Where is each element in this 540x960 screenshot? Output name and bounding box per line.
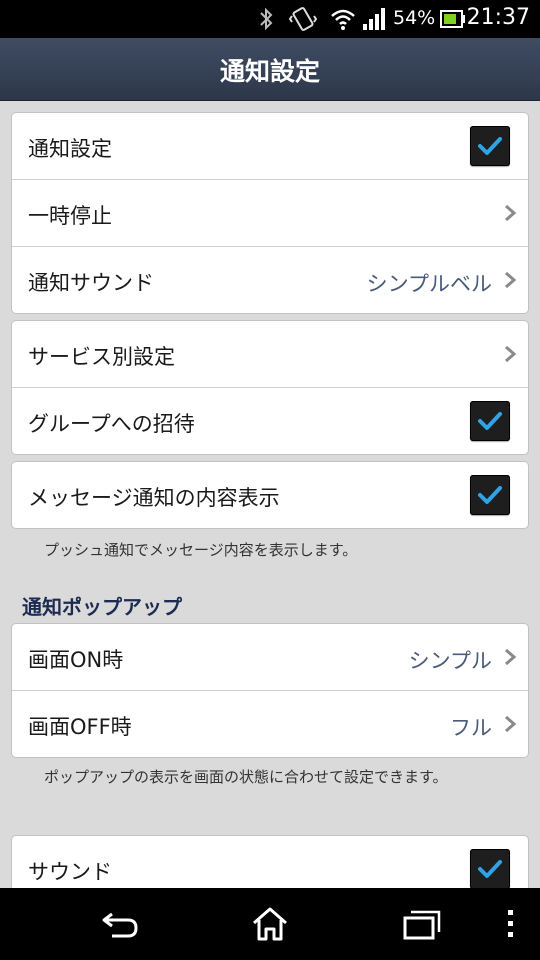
settings-group-preview: メッセージ通知の内容表示 xyxy=(11,461,529,529)
navigation-bar xyxy=(0,888,540,960)
message-preview-checkbox[interactable] xyxy=(470,475,510,515)
settings-list[interactable]: 通知設定 一時停止 通知サウンド シンプルベル サービス別設定 グループへの招待… xyxy=(0,101,540,888)
wifi-icon xyxy=(331,9,355,30)
row-sound[interactable]: サウンド xyxy=(12,836,528,888)
row-screen-off[interactable]: 画面OFF時 フル xyxy=(12,690,528,757)
row-screen-on[interactable]: 画面ON時 シンプル xyxy=(12,624,528,690)
row-value: フル xyxy=(450,716,492,740)
chevron-right-icon xyxy=(505,648,517,666)
row-notification-sound[interactable]: 通知サウンド シンプルベル xyxy=(12,246,528,313)
chevron-right-icon xyxy=(505,715,517,733)
row-group-invite[interactable]: グループへの招待 xyxy=(12,387,528,454)
row-label: 画面OFF時 xyxy=(28,715,132,739)
app-screen: 54% 21:37 通知設定 通知設定 一時停止 通知サウンド シンプルベル サ… xyxy=(0,0,540,960)
status-bar: 54% 21:37 xyxy=(0,0,540,38)
sound-checkbox[interactable] xyxy=(470,849,510,888)
settings-group-popup: 画面ON時 シンプル 画面OFF時 フル xyxy=(11,623,529,758)
check-icon xyxy=(478,412,502,430)
settings-group-sound: サウンド xyxy=(11,835,529,888)
row-label: メッセージ通知の内容表示 xyxy=(28,486,280,510)
chevron-right-icon xyxy=(505,204,517,222)
row-label: 画面ON時 xyxy=(28,648,124,672)
row-label: サービス別設定 xyxy=(28,345,175,369)
row-label: グループへの招待 xyxy=(28,412,195,436)
row-message-preview[interactable]: メッセージ通知の内容表示 xyxy=(12,462,528,528)
row-value: シンプルベル xyxy=(366,272,492,296)
battery-percent: 54% xyxy=(393,7,436,29)
check-icon xyxy=(478,137,502,155)
push-note: プッシュ通知でメッセージ内容を表示します。 xyxy=(44,541,358,559)
home-icon[interactable] xyxy=(251,906,289,942)
row-notifications[interactable]: 通知設定 xyxy=(12,113,528,179)
row-label: 通知設定 xyxy=(28,137,112,161)
vibrate-icon xyxy=(288,7,318,31)
row-label: 通知サウンド xyxy=(28,271,154,295)
battery-icon xyxy=(440,10,465,28)
notifications-checkbox[interactable] xyxy=(470,126,510,166)
row-pause[interactable]: 一時停止 xyxy=(12,179,528,246)
status-time: 21:37 xyxy=(466,5,530,30)
back-icon[interactable] xyxy=(100,906,140,942)
popup-note: ポップアップの表示を画面の状態に合わせて設定できます。 xyxy=(44,768,448,786)
row-label: サウンド xyxy=(28,860,112,884)
row-per-service[interactable]: サービス別設定 xyxy=(12,321,528,387)
page-title: 通知設定 xyxy=(219,57,320,86)
title-bar: 通知設定 xyxy=(0,38,540,101)
check-icon xyxy=(478,860,502,878)
popup-section-header: 通知ポップアップ xyxy=(22,595,182,619)
bluetooth-icon xyxy=(260,7,273,31)
settings-group-services: サービス別設定 グループへの招待 xyxy=(11,320,529,455)
chevron-right-icon xyxy=(505,271,517,289)
recent-apps-icon[interactable] xyxy=(402,906,442,942)
row-value: シンプル xyxy=(408,649,492,673)
check-icon xyxy=(478,486,502,504)
row-label: 一時停止 xyxy=(28,204,112,228)
signal-icon xyxy=(363,8,385,30)
chevron-right-icon xyxy=(505,345,517,363)
settings-group-main: 通知設定 一時停止 通知サウンド シンプルベル xyxy=(11,112,529,314)
overflow-menu-icon[interactable] xyxy=(506,906,516,942)
group-invite-checkbox[interactable] xyxy=(470,401,510,441)
